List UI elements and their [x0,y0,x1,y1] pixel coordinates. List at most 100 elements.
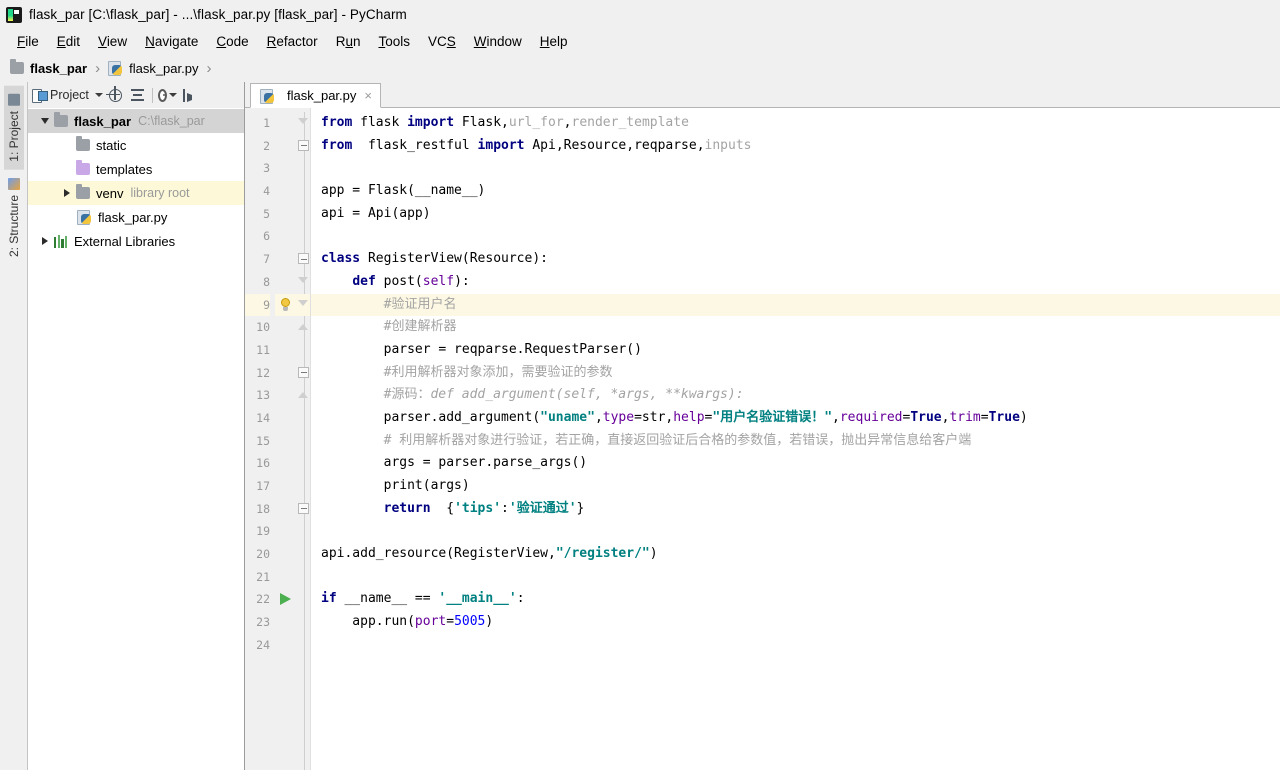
fold-marker-icon[interactable] [298,366,309,378]
code-line[interactable]: app.run(port=5005) [311,611,1280,634]
collapse-all-button[interactable] [128,86,147,105]
code-line[interactable] [311,157,1280,180]
code-line[interactable]: return {'tips':'验证通过'} [311,498,1280,521]
menu-item-edit[interactable]: Edit [48,32,89,51]
fold-row[interactable] [297,498,310,521]
gutter-row[interactable] [275,135,297,158]
gutter-row[interactable] [275,588,297,611]
gutter-row[interactable] [275,180,297,203]
gutter-row[interactable] [275,634,297,657]
fold-row[interactable] [297,430,310,453]
fold-row[interactable] [297,520,310,543]
fold-marker-icon[interactable] [298,502,309,514]
gutter-row[interactable] [275,452,297,475]
gutter-row[interactable] [275,316,297,339]
code-line[interactable]: from flask import Flask,url_for,render_t… [311,112,1280,135]
fold-marker-icon[interactable] [298,299,309,310]
fold-row[interactable] [297,407,310,430]
menu-item-file[interactable]: File [8,32,48,51]
gutter-row[interactable] [275,543,297,566]
code-line[interactable] [311,566,1280,589]
chevron-down-icon[interactable] [36,118,54,124]
fold-row[interactable] [297,339,310,362]
tree-item-venv[interactable]: venv library root [28,181,244,205]
code-line[interactable] [311,225,1280,248]
menu-item-window[interactable]: Window [465,32,531,51]
code-line[interactable] [311,520,1280,543]
code-line[interactable]: if __name__ == '__main__': [311,588,1280,611]
fold-marker-icon[interactable] [298,321,309,332]
chevron-right-icon[interactable] [58,189,76,197]
gutter-row[interactable] [275,362,297,385]
gutter-row[interactable] [275,498,297,521]
fold-row[interactable] [297,248,310,271]
fold-row[interactable] [297,203,310,226]
toolwindow-tab-project[interactable]: 1: Project [3,86,24,170]
fold-row[interactable] [297,543,310,566]
fold-row[interactable] [297,634,310,657]
fold-marker-icon[interactable] [298,139,309,151]
fold-marker-icon[interactable] [298,389,309,400]
code-line[interactable]: #源码：def add_argument(self, *args, **kwar… [311,384,1280,407]
code-line[interactable] [311,634,1280,657]
tree-item-templates[interactable]: templates [28,157,244,181]
fold-row[interactable] [297,611,310,634]
gutter-row[interactable] [275,203,297,226]
code-line[interactable]: parser = reqparse.RequestParser() [311,339,1280,362]
menu-item-code[interactable]: Code [207,32,257,51]
fold-marker-icon[interactable] [298,117,309,128]
fold-row[interactable] [297,566,310,589]
gutter-row[interactable] [275,475,297,498]
gutter-row[interactable] [275,271,297,294]
menu-item-tools[interactable]: Tools [369,32,419,51]
fold-row[interactable] [297,271,310,294]
code-line[interactable]: class RegisterView(Resource): [311,248,1280,271]
code-line[interactable]: parser.add_argument("uname",type=str,hel… [311,407,1280,430]
gutter-row[interactable] [275,225,297,248]
chevron-right-icon[interactable] [36,237,54,245]
fold-marker-icon[interactable] [298,253,309,265]
code-line[interactable]: print(args) [311,475,1280,498]
code-line[interactable]: from flask_restful import Api,Resource,r… [311,135,1280,158]
tree-item-static[interactable]: static [28,133,244,157]
fold-row[interactable] [297,475,310,498]
editor-tab-flask-par[interactable]: flask_par.py × [250,83,381,108]
code-line[interactable]: args = parser.parse_args() [311,452,1280,475]
fold-row[interactable] [297,157,310,180]
fold-row[interactable] [297,362,310,385]
code-line[interactable]: app = Flask(__name__) [311,180,1280,203]
menu-item-view[interactable]: View [89,32,136,51]
gutter-row[interactable] [275,293,297,317]
code-line[interactable]: #验证用户名 [311,293,1280,317]
gutter-row[interactable] [275,566,297,589]
project-view-selector[interactable]: Project [32,88,103,103]
run-arrow-icon[interactable] [280,593,291,606]
code-line[interactable]: api.add_resource(RegisterView,"/register… [311,543,1280,566]
gutter-row[interactable] [275,339,297,362]
fold-row[interactable] [297,225,310,248]
gutter-row[interactable] [275,407,297,430]
toolwindow-tab-structure[interactable]: 2: Structure [4,170,24,265]
menu-item-navigate[interactable]: Navigate [136,32,207,51]
fold-row[interactable] [297,588,310,611]
fold-row[interactable] [297,180,310,203]
gutter-row[interactable] [275,112,297,135]
close-icon[interactable]: × [364,88,372,103]
code-line[interactable]: #利用解析器对象添加，需要验证的参数 [311,362,1280,385]
fold-marker-icon[interactable] [298,276,309,287]
menu-item-vcs[interactable]: VCS [419,32,465,51]
breadcrumb-item-project[interactable]: flask_par [10,59,87,76]
hide-panel-button[interactable] [180,86,199,105]
fold-row[interactable] [297,293,310,317]
gutter-row[interactable] [275,384,297,407]
code-folding-gutter[interactable] [297,108,311,770]
code-line[interactable]: #创建解析器 [311,316,1280,339]
menu-item-run[interactable]: Run [327,32,370,51]
locate-file-button[interactable] [106,86,125,105]
lightbulb-icon[interactable] [279,297,292,313]
fold-row[interactable] [297,316,310,339]
breadcrumb-item-file[interactable]: flask_par.py [107,60,198,76]
code-editor[interactable]: 1 2 3 4 5 6 7 8 9 10 11 12 13 14 15 16 17 18 19 20 21 22 23 24 … [245,108,1280,770]
gutter-row[interactable] [275,520,297,543]
gutter-icon-column[interactable] [275,108,297,770]
